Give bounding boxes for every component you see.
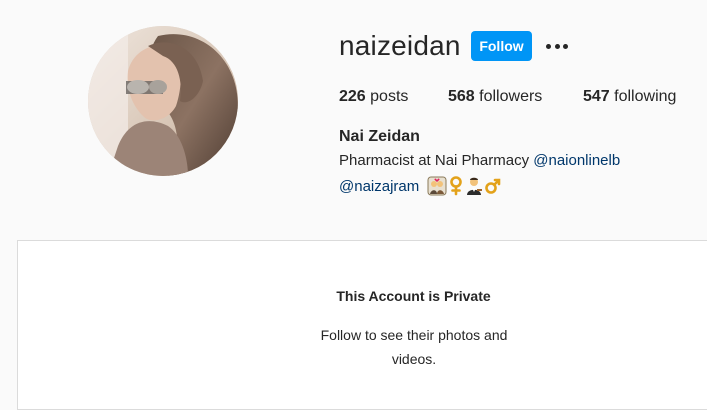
posts-label: posts: [370, 88, 409, 105]
dot: [554, 43, 560, 49]
profile-photo: [88, 26, 238, 176]
private-account-subtitle: Follow to see their photos and videos.: [320, 327, 508, 367]
profile-bio-line-2: @naizajram: [339, 176, 503, 196]
follow-button[interactable]: Follow: [471, 31, 532, 61]
male-sign-emoji: [485, 178, 501, 194]
profile-avatar[interactable]: [88, 26, 238, 176]
profile-full-name: Nai Zeidan: [339, 128, 420, 145]
followers-stat[interactable]: 568 followers: [448, 88, 542, 106]
private-account-panel: This Account is Private Follow to see th…: [17, 240, 707, 410]
dot: [546, 43, 551, 49]
man-judge-emoji: [467, 177, 483, 195]
following-stat[interactable]: 547 following: [583, 88, 676, 106]
female-sign-emoji: [450, 176, 463, 196]
followers-count: 568: [448, 88, 475, 105]
posts-stat: 226 posts: [339, 88, 408, 106]
couple-with-heart-emoji: [427, 176, 447, 196]
bio-mention-link[interactable]: @naionlinelb: [533, 152, 620, 169]
profile-username: naizeidan: [339, 30, 461, 61]
profile-bio: Pharmacist at Nai Pharmacy @naionlinelb: [339, 152, 620, 169]
following-count: 547: [583, 88, 610, 105]
posts-count: 226: [339, 88, 366, 105]
following-label: following: [614, 88, 677, 105]
bio-emojis: [427, 176, 503, 196]
bio-mention-link[interactable]: @naizajram: [339, 178, 419, 195]
followers-label: followers: [479, 88, 543, 105]
dot: [563, 43, 568, 49]
bio-text: Pharmacist at Nai Pharmacy: [339, 152, 530, 169]
private-account-title: This Account is Private: [336, 288, 491, 304]
more-horizontal-icon[interactable]: [546, 43, 568, 49]
